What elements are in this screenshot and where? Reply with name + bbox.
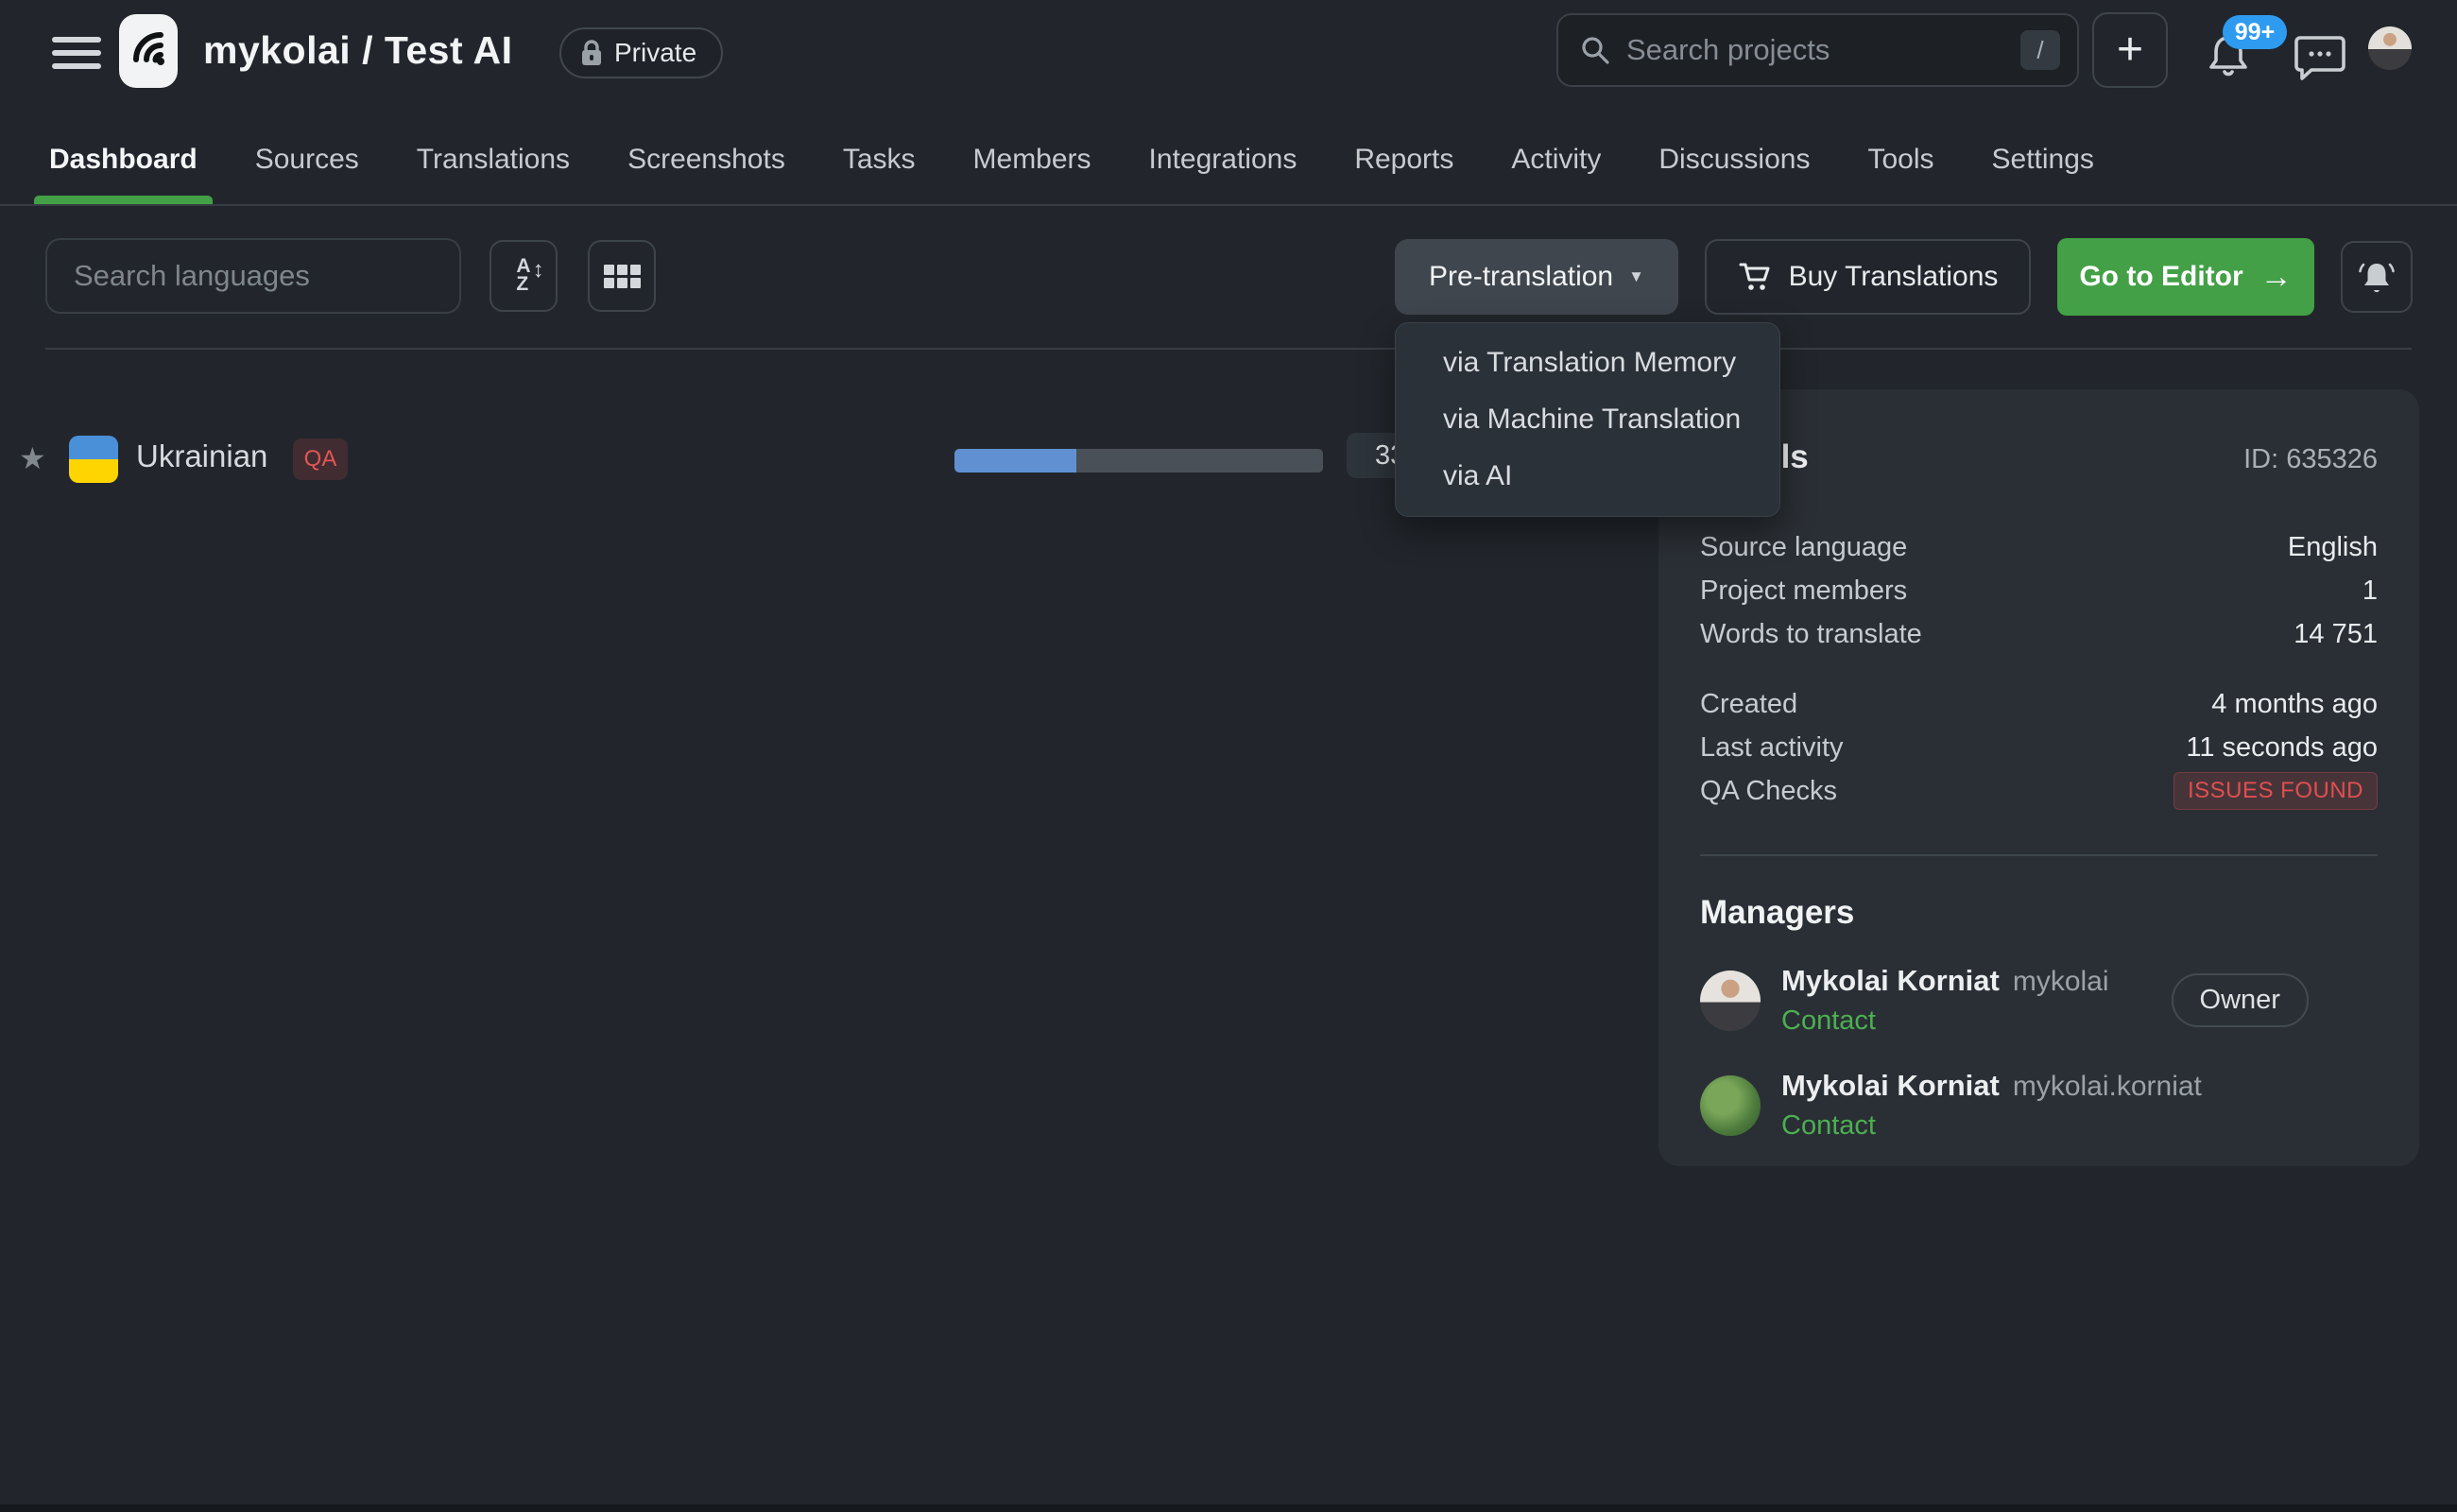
crowdin-bird-icon [127,24,170,78]
detail-row: Words to translate 14 751 [1700,612,2378,656]
pretranslation-menu: via Translation Memory via Machine Trans… [1395,322,1780,517]
detail-row: Created 4 months ago [1700,682,2378,726]
go-to-editor-button[interactable]: Go to Editor → [2057,238,2314,316]
privacy-badge: Private [559,27,723,78]
chevron-down-icon: ▼ [1628,267,1644,286]
user-avatar[interactable] [2368,26,2412,70]
sort-az-icon: AZ ↕ [516,258,530,294]
grid-view-button[interactable] [588,240,656,312]
qa-issues-badge[interactable]: QA [293,438,348,480]
language-search [45,238,461,314]
manager-row: Mykolai Korniat mykolai.korniat Contact [1700,1069,2378,1142]
translation-progress-fill [954,449,1076,472]
qa-checks-row: QA Checks ISSUES FOUND [1700,769,2378,813]
translation-progress-bar [954,449,1323,472]
tab-screenshots[interactable]: Screenshots [624,144,789,204]
project-id: ID: 635326 [2243,444,2378,475]
detail-row: Project members 1 [1700,569,2378,612]
contact-link[interactable]: Contact [1781,1110,2202,1142]
cart-icon [1738,260,1772,294]
crowdin-logo[interactable] [119,14,178,88]
top-header: mykolai / Test AI Private / + 99+ [0,0,2457,106]
crowdin-project-dashboard: mykolai / Test AI Private / + 99+ [0,0,2457,1512]
manager-name[interactable]: Mykolai Korniat [1781,964,2000,998]
bottom-edge [0,1504,2457,1512]
tab-tasks[interactable]: Tasks [839,144,919,204]
search-input[interactable] [1626,33,2020,67]
detail-label: Project members [1700,576,1907,607]
favorite-star-icon[interactable]: ★ [19,440,46,476]
manager-avatar[interactable] [1700,971,1761,1031]
language-search-input[interactable] [74,259,433,293]
detail-label: Created [1700,689,1797,720]
search-icon [1581,36,1609,64]
detail-label: QA Checks [1700,776,1837,807]
detail-label: Source language [1700,532,1907,563]
tab-reports[interactable]: Reports [1350,144,1457,204]
contact-link[interactable]: Contact [1781,1005,2109,1037]
create-project-button[interactable]: + [2092,12,2168,88]
messages-icon[interactable] [2294,34,2345,81]
detail-label: Words to translate [1700,619,1922,650]
plus-icon: + [2117,27,2143,73]
owner-role-badge: Owner [2172,973,2309,1027]
sort-languages-button[interactable]: AZ ↕ [490,240,558,312]
menu-item-via-translation-memory[interactable]: via Translation Memory [1396,335,1779,391]
manager-username: mykolai [2013,966,2109,998]
pretranslation-dropdown-button[interactable]: Pre-translation ▼ [1395,239,1678,315]
detail-row: Last activity 11 seconds ago [1700,726,2378,769]
notification-count-badge[interactable]: 99+ [2223,15,2287,49]
ringing-bell-icon [2356,256,2397,298]
detail-value: 14 751 [2294,619,2378,650]
detail-value: 11 seconds ago [2186,732,2378,764]
detail-value: English [2288,532,2378,563]
panel-divider [1700,854,2378,856]
toolbar-actions: Pre-translation ▼ Buy Translations Go to… [1395,238,2413,316]
tab-dashboard[interactable]: Dashboard [45,144,201,204]
ukraine-flag-icon [69,436,118,483]
tab-settings[interactable]: Settings [1988,144,2098,204]
pretranslation-label: Pre-translation [1429,261,1613,293]
manager-name[interactable]: Mykolai Korniat [1781,1069,2000,1103]
manager-avatar[interactable] [1700,1075,1761,1136]
tab-members[interactable]: Members [970,144,1095,204]
managers-heading: Managers [1700,894,2378,932]
buy-translations-label: Buy Translations [1789,261,1999,293]
page-title: mykolai / Test AI [203,28,513,73]
privacy-badge-label: Private [614,38,696,68]
slash-shortcut-key: / [2020,30,2060,70]
menu-icon[interactable] [52,37,101,69]
menu-item-via-ai[interactable]: via AI [1396,448,1779,505]
manager-username: mykolai.korniat [2013,1071,2202,1103]
project-notifications-button[interactable] [2341,241,2413,313]
project-search: / [1556,13,2079,87]
detail-label: Last activity [1700,732,1844,764]
tab-translations[interactable]: Translations [413,144,574,204]
tab-tools[interactable]: Tools [1864,144,1937,204]
project-nav-tabs: Dashboard Sources Translations Screensho… [0,115,2457,206]
arrow-right-icon: → [2260,259,2293,296]
language-name[interactable]: Ukrainian [136,438,267,474]
detail-value: 1 [2362,576,2378,607]
toolbar-divider [45,348,2412,350]
lock-icon [580,39,603,67]
tab-activity[interactable]: Activity [1507,144,1605,204]
tab-discussions[interactable]: Discussions [1655,144,1813,204]
manager-row: Mykolai Korniat mykolai Contact Owner [1700,964,2378,1037]
sort-updown-icon: ↕ [533,260,544,281]
buy-translations-button[interactable]: Buy Translations [1705,239,2031,315]
detail-row: Source language English [1700,525,2378,569]
grid-view-icon [604,265,641,288]
go-to-editor-label: Go to Editor [2079,261,2242,293]
issues-found-badge[interactable]: ISSUES FOUND [2174,772,2378,810]
detail-value: 4 months ago [2211,689,2378,720]
tab-integrations[interactable]: Integrations [1145,144,1301,204]
tab-sources[interactable]: Sources [251,144,363,204]
menu-item-via-machine-translation[interactable]: via Machine Translation [1396,391,1779,448]
